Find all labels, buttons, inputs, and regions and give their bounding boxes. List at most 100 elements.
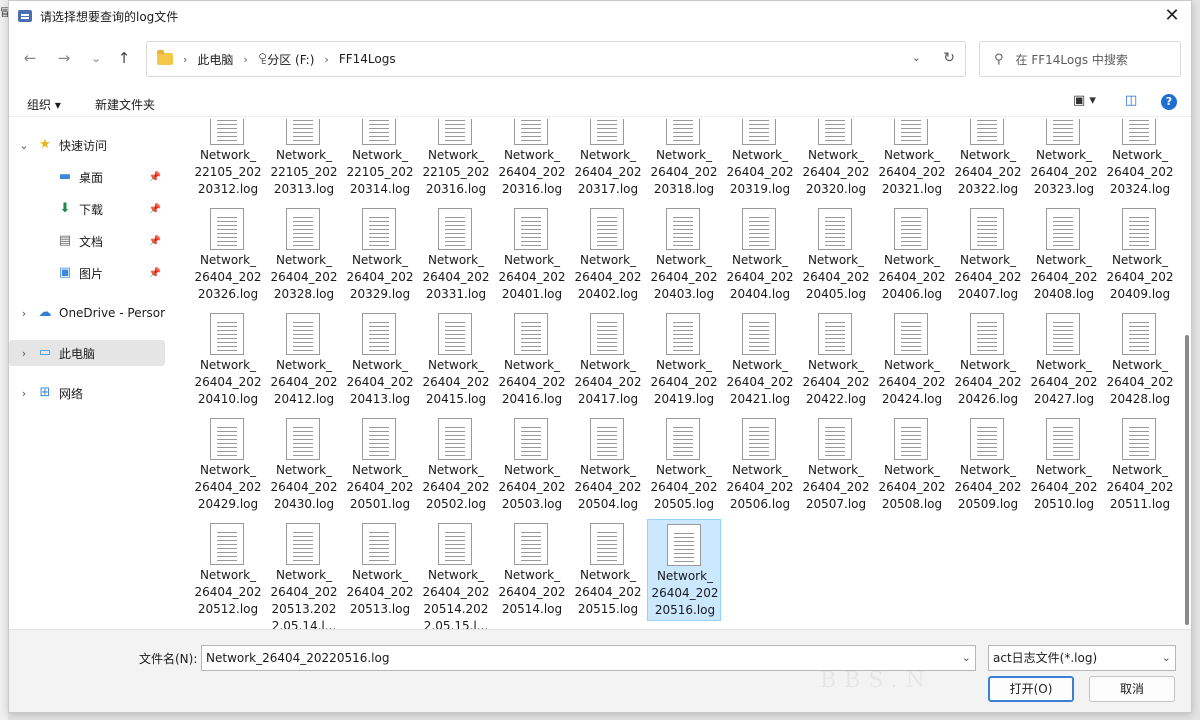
file-item[interactable]: Network_ 26404_202 20516.log [647,519,721,621]
file-item[interactable]: Network_ 26404_202 20511.log [1103,414,1177,516]
preview-pane-icon[interactable]: ◫ [1125,93,1137,108]
file-item[interactable]: Network_ 26404_202 20415.log [419,309,493,411]
file-item[interactable]: Network_ 26404_202 20405.log [799,204,873,306]
chevron-right-icon[interactable]: › [17,347,31,360]
file-item[interactable]: Network_ 26404_202 20323.log [1027,119,1101,201]
file-item[interactable]: Network_ 22105_202 20313.log [267,119,341,201]
file-item[interactable]: Network_ 26404_202 20401.log [495,204,569,306]
chevron-right-icon[interactable]: › [17,307,31,320]
help-icon[interactable]: ? [1161,94,1177,110]
file-item[interactable]: Network_ 26404_202 20514.202 2.05.15.l... [419,519,493,629]
file-item[interactable]: Network_ 26404_202 20326.log [191,204,265,306]
pin-icon[interactable]: 📌 [149,172,161,183]
cancel-button[interactable]: 取消 [1089,676,1175,702]
sidebar-item[interactable]: ▣ 图片 📌 [9,260,165,286]
file-item[interactable]: Network_ 26404_202 20402.log [571,204,645,306]
file-item[interactable]: Network_ 26404_202 20316.log [495,119,569,201]
file-item[interactable]: Network_ 22105_202 20314.log [343,119,417,201]
file-item[interactable]: Network_ 26404_202 20404.log [723,204,797,306]
up-arrow-icon[interactable]: ↑ [113,47,135,69]
chevron-down-icon[interactable]: ⌄ [1162,646,1171,670]
chevron-down-icon[interactable]: ⌄ [17,139,31,152]
file-item[interactable]: Network_ 26404_202 20513.202 2.05.14.l... [267,519,341,629]
pin-icon[interactable]: 📌 [149,236,161,247]
file-item[interactable]: Network_ 26404_202 20501.log [343,414,417,516]
file-item[interactable]: Network_ 26404_202 20422.log [799,309,873,411]
file-item[interactable]: Network_ 26404_202 20406.log [875,204,949,306]
file-item[interactable]: Network_ 26404_202 20505.log [647,414,721,516]
file-item[interactable]: Network_ 26404_202 20317.log [571,119,645,201]
sidebar-item[interactable]: ▤ 文档 📌 [9,228,165,254]
address-bar[interactable]: › 此电脑 › ꄗ分区 (F:) › FF14Logs ⌄ ↻ [146,41,966,77]
file-item[interactable]: Network_ 26404_202 20506.log [723,414,797,516]
file-item[interactable]: Network_ 26404_202 20515.log [571,519,645,621]
pin-icon[interactable]: 📌 [149,204,161,215]
recent-locations-icon[interactable]: ⌄ [85,47,107,69]
file-type-select[interactable]: act日志文件(*.log) ⌄ [988,645,1176,671]
forward-arrow-icon[interactable]: → [53,47,75,69]
pin-icon[interactable]: 📌 [149,268,161,279]
chevron-down-icon[interactable]: ⌄ [962,646,971,670]
file-item[interactable]: Network_ 26404_202 20507.log [799,414,873,516]
new-folder-button[interactable]: 新建文件夹 [95,96,155,113]
file-item[interactable]: Network_ 26404_202 20427.log [1027,309,1101,411]
sidebar-item[interactable]: › ⊞ 网络 [9,380,165,406]
chevron-down-icon[interactable]: ⌄ [912,51,921,64]
file-item[interactable]: Network_ 26404_202 20514.log [495,519,569,621]
sidebar-item[interactable]: › ▭ 此电脑 [9,340,165,366]
file-item[interactable]: Network_ 26404_202 20508.log [875,414,949,516]
file-item[interactable]: Network_ 26404_202 20322.log [951,119,1025,201]
file-item[interactable]: Network_ 26404_202 20429.log [191,414,265,516]
file-item[interactable]: Network_ 26404_202 20419.log [647,309,721,411]
view-options-icon[interactable]: ▣ ▾ [1073,93,1096,108]
search-box[interactable]: ⚲ 在 FF14Logs 中搜索 [979,41,1181,77]
file-item[interactable]: Network_ 26404_202 20331.log [419,204,493,306]
file-item[interactable]: Network_ 26404_202 20426.log [951,309,1025,411]
organize-menu[interactable]: 组织 ▾ [27,96,61,113]
file-item[interactable]: Network_ 22105_202 20316.log [419,119,493,201]
file-item[interactable]: Network_ 26404_202 20424.log [875,309,949,411]
breadcrumb-drive[interactable]: ꄗ分区 (F:) [258,51,315,68]
vertical-scrollbar[interactable] [1185,335,1189,625]
refresh-icon[interactable]: ↻ [943,50,955,66]
file-item[interactable]: Network_ 26404_202 20412.log [267,309,341,411]
open-button[interactable]: 打开(O) [988,676,1074,702]
file-item[interactable]: Network_ 26404_202 20328.log [267,204,341,306]
file-name-line: Network_ [427,253,485,267]
file-item[interactable]: Network_ 26404_202 20409.log [1103,204,1177,306]
file-item[interactable]: Network_ 26404_202 20329.log [343,204,417,306]
file-list: Network_ 22105_202 20312.log Network_ 22105_… [179,119,1179,629]
file-item[interactable]: Network_ 26404_202 20417.log [571,309,645,411]
file-item[interactable]: Network_ 26404_202 20320.log [799,119,873,201]
file-item[interactable]: Network_ 26404_202 20503.log [495,414,569,516]
sidebar-item[interactable]: ⬇ 下载 📌 [9,196,165,222]
back-arrow-icon[interactable]: ← [19,47,41,69]
breadcrumb-folder[interactable]: FF14Logs [339,52,396,66]
file-item[interactable]: Network_ 26404_202 20413.log [343,309,417,411]
breadcrumb-this-pc[interactable]: 此电脑 [197,51,233,68]
file-item[interactable]: Network_ 26404_202 20410.log [191,309,265,411]
file-item[interactable]: Network_ 26404_202 20408.log [1027,204,1101,306]
file-item[interactable]: Network_ 26404_202 20509.log [951,414,1025,516]
close-icon[interactable]: ✕ [1159,3,1185,29]
file-item[interactable]: Network_ 26404_202 20513.log [343,519,417,621]
file-item[interactable]: Network_ 26404_202 20504.log [571,414,645,516]
sidebar-item[interactable]: › ☁ OneDrive - Persor [9,300,165,326]
file-item[interactable]: Network_ 26404_202 20512.log [191,519,265,621]
chevron-right-icon[interactable]: › [17,387,31,400]
sidebar-item[interactable]: ⌄ ★ 快速访问 [9,132,165,158]
file-item[interactable]: Network_ 26404_202 20321.log [875,119,949,201]
file-item[interactable]: Network_ 26404_202 20407.log [951,204,1025,306]
file-item[interactable]: Network_ 26404_202 20510.log [1027,414,1101,516]
file-item[interactable]: Network_ 26404_202 20416.log [495,309,569,411]
file-item[interactable]: Network_ 26404_202 20324.log [1103,119,1177,201]
file-item[interactable]: Network_ 26404_202 20318.log [647,119,721,201]
file-item[interactable]: Network_ 26404_202 20403.log [647,204,721,306]
file-item[interactable]: Network_ 26404_202 20430.log [267,414,341,516]
file-item[interactable]: Network_ 26404_202 20428.log [1103,309,1177,411]
sidebar-item[interactable]: ▬ 桌面 📌 [9,164,165,190]
file-item[interactable]: Network_ 26404_202 20421.log [723,309,797,411]
file-item[interactable]: Network_ 26404_202 20502.log [419,414,493,516]
file-item[interactable]: Network_ 26404_202 20319.log [723,119,797,201]
file-item[interactable]: Network_ 22105_202 20312.log [191,119,265,201]
